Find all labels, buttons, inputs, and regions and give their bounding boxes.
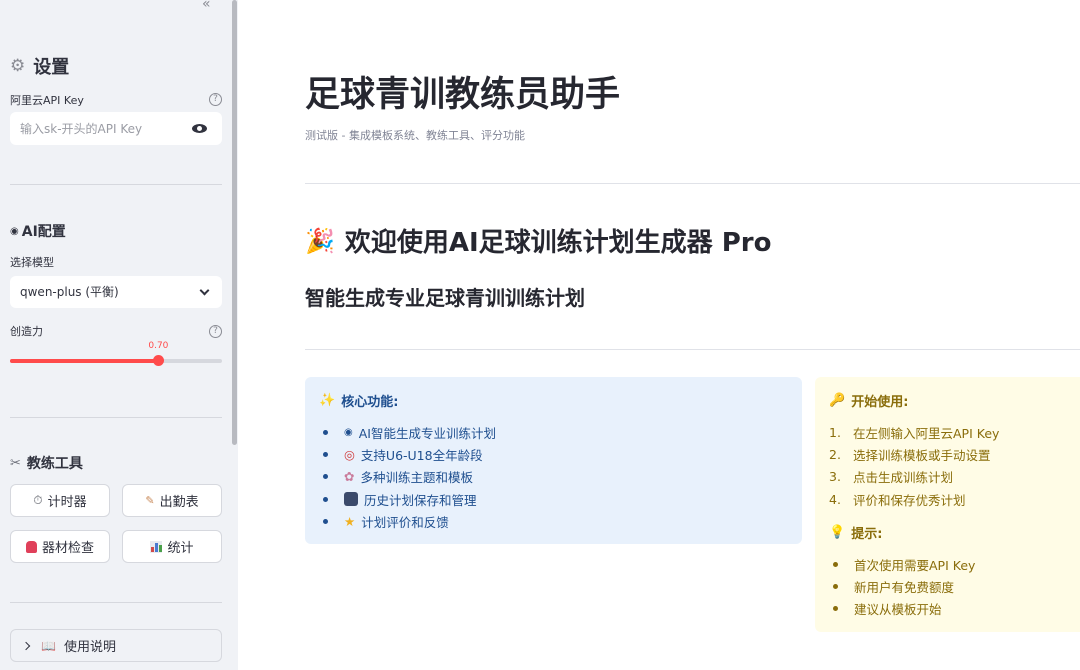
coach-tools-title: 教练工具 <box>26 456 83 472</box>
api-key-input[interactable] <box>10 112 170 145</box>
list-item: 2. 选择训练模板或手动设置 <box>829 446 991 463</box>
key-icon: 🔑 <box>829 393 846 408</box>
backpack-icon <box>25 540 37 553</box>
sidebar-scrollbar[interactable] <box>232 0 237 445</box>
list-item: 首次使用需要API Key <box>829 553 975 575</box>
list-item: 1. 在左侧输入阿里云API Key <box>829 424 1000 441</box>
step-text: 选择训练模板或手动设置 <box>853 447 991 463</box>
target-icon: ◎ <box>344 446 355 462</box>
welcome-heading-text: 欢迎使用AI足球训练计划生成器 Pro <box>344 228 772 258</box>
list-item: 新用户有免费额度 <box>829 575 975 597</box>
list-item: 3. 点击生成训练计划 <box>829 469 954 486</box>
ai-config-title: AI配置 <box>21 224 66 240</box>
list-item: 历史计划保存和管理 <box>319 488 496 510</box>
creativity-label: 创造力 <box>10 325 43 338</box>
tips-heading: 💡 提示: <box>829 523 882 542</box>
tip-text: 首次使用需要API Key <box>854 557 976 573</box>
tools-icon: ✂ <box>10 455 21 471</box>
slider-thumb[interactable] <box>153 355 165 366</box>
memo-icon: ✎ <box>145 494 155 507</box>
statistics-label: 统计 <box>167 541 194 556</box>
list-item: ◉ AI智能生成专业训练计划 <box>319 421 496 443</box>
timer-label: 计时器 <box>47 495 87 510</box>
robot-icon: ◉ <box>10 225 19 237</box>
equipment-check-button[interactable]: 器材检查 <box>10 530 110 563</box>
sidebar: « ⚙ 设置 阿里云API Key ? ◉ AI配置 选择模型 qwen-plu… <box>0 0 238 670</box>
getting-started-heading: 🔑 开始使用: <box>829 391 908 410</box>
sidebar-divider <box>10 184 222 185</box>
page-title: 足球青训教练员助手 <box>305 75 621 115</box>
show-password-icon[interactable] <box>192 124 207 133</box>
chevron-down-icon <box>199 285 210 296</box>
tips-heading-text: 提示: <box>851 527 883 542</box>
api-key-help-icon[interactable]: ? <box>209 93 222 106</box>
creativity-help-icon[interactable]: ? <box>209 325 222 338</box>
feature-text: 计划评价和反馈 <box>361 514 449 530</box>
feature-text: 多种训练主题和模板 <box>360 470 473 486</box>
ai-config-heading: ◉ AI配置 <box>10 221 66 241</box>
sparkles-icon: ✨ <box>319 393 336 408</box>
welcome-heading: 🎉 欢迎使用AI足球训练计划生成器 Pro <box>305 222 771 259</box>
model-select-value: qwen-plus (平衡) <box>20 285 119 299</box>
main-divider <box>305 349 1080 350</box>
attendance-label: 出勤表 <box>159 495 199 510</box>
list-item: 建议从模板开始 <box>829 598 975 620</box>
timer-button[interactable]: ⏱ 计时器 <box>10 484 110 517</box>
gear-icon: ⚙ <box>10 56 26 76</box>
list-item: ✿ 多种训练主题和模板 <box>319 466 496 488</box>
steps-list: 1. 在左侧输入阿里云API Key 2. 选择训练模板或手动设置 3. 点击生成训练… <box>829 421 999 510</box>
equipment-check-label: 器材检查 <box>41 541 94 556</box>
creativity-slider[interactable]: 0.70 <box>10 341 222 366</box>
page-caption: 测试版 - 集成模板系统、教练工具、评分功能 <box>305 129 525 142</box>
settings-title: 设置 <box>33 57 70 78</box>
coach-tools-heading: ✂ 教练工具 <box>10 453 83 473</box>
light-bulb-icon: 💡 <box>829 525 846 540</box>
slider-value: 0.70 <box>148 341 169 351</box>
features-info-box: ✨ 核心功能: ◉ AI智能生成专业训练计划 ◎ 支持U6-U18全年龄段 ✿ 多种训… <box>305 377 802 544</box>
stopwatch-icon: ⏱ <box>33 493 43 507</box>
sidebar-divider <box>10 417 222 418</box>
getting-started-heading-text: 开始使用: <box>851 395 909 410</box>
help-expander-label: 使用说明 <box>63 640 116 655</box>
list-item: ◎ 支持U6-U18全年龄段 <box>319 443 496 465</box>
step-text: 评价和保存优秀计划 <box>853 492 966 508</box>
list-item: ★ 计划评价和反馈 <box>319 510 496 532</box>
step-text: 点击生成训练计划 <box>853 470 954 486</box>
palette-icon: ✿ <box>344 469 355 485</box>
feature-text: AI智能生成专业训练计划 <box>358 425 496 441</box>
attendance-button[interactable]: ✎ 出勤表 <box>122 484 222 517</box>
api-key-label: 阿里云API Key <box>10 94 84 107</box>
star-icon: ★ <box>344 513 356 529</box>
main-content: 足球青训教练员助手 测试版 - 集成模板系统、教练工具、评分功能 🎉 欢迎使用A… <box>238 0 1080 670</box>
floppy-disk-icon <box>344 492 358 507</box>
settings-heading: ⚙ 设置 <box>10 53 69 79</box>
feature-text: 历史计划保存和管理 <box>364 492 477 508</box>
features-heading-text: 核心功能: <box>341 395 399 410</box>
sidebar-divider <box>10 602 222 603</box>
main-divider <box>305 183 1080 184</box>
slider-fill <box>10 359 159 363</box>
model-label: 选择模型 <box>10 256 54 269</box>
model-select[interactable]: qwen-plus (平衡) <box>10 276 222 308</box>
party-popper-icon: 🎉 <box>305 226 335 255</box>
chevron-right-icon <box>21 641 31 650</box>
api-key-field[interactable] <box>10 112 222 145</box>
features-heading: ✨ 核心功能: <box>319 391 398 410</box>
tip-text: 新用户有免费额度 <box>854 579 955 595</box>
feature-text: 支持U6-U18全年龄段 <box>360 447 483 463</box>
step-text: 在左侧输入阿里云API Key <box>853 425 1000 441</box>
robot-icon: ◉ <box>344 426 353 438</box>
bar-chart-icon <box>150 540 163 553</box>
subheading: 智能生成专业足球青训训练计划 <box>305 286 585 310</box>
help-expander[interactable]: 📖 使用说明 <box>10 629 222 662</box>
list-item: 4. 评价和保存优秀计划 <box>829 491 966 508</box>
book-icon: 📖 <box>41 638 56 653</box>
features-list: ◉ AI智能生成专业训练计划 ◎ 支持U6-U18全年龄段 ✿ 多种训练主题和模板 历… <box>319 421 496 532</box>
tips-list: 首次使用需要API Key 新用户有免费额度 建议从模板开始 <box>829 553 975 620</box>
statistics-button[interactable]: 统计 <box>122 530 222 563</box>
collapse-sidebar-icon[interactable]: « <box>202 0 211 12</box>
getting-started-box: 🔑 开始使用: 1. 在左侧输入阿里云API Key 2. 选择训练模板或手动设置 … <box>815 377 1080 632</box>
tip-text: 建议从模板开始 <box>854 602 942 618</box>
